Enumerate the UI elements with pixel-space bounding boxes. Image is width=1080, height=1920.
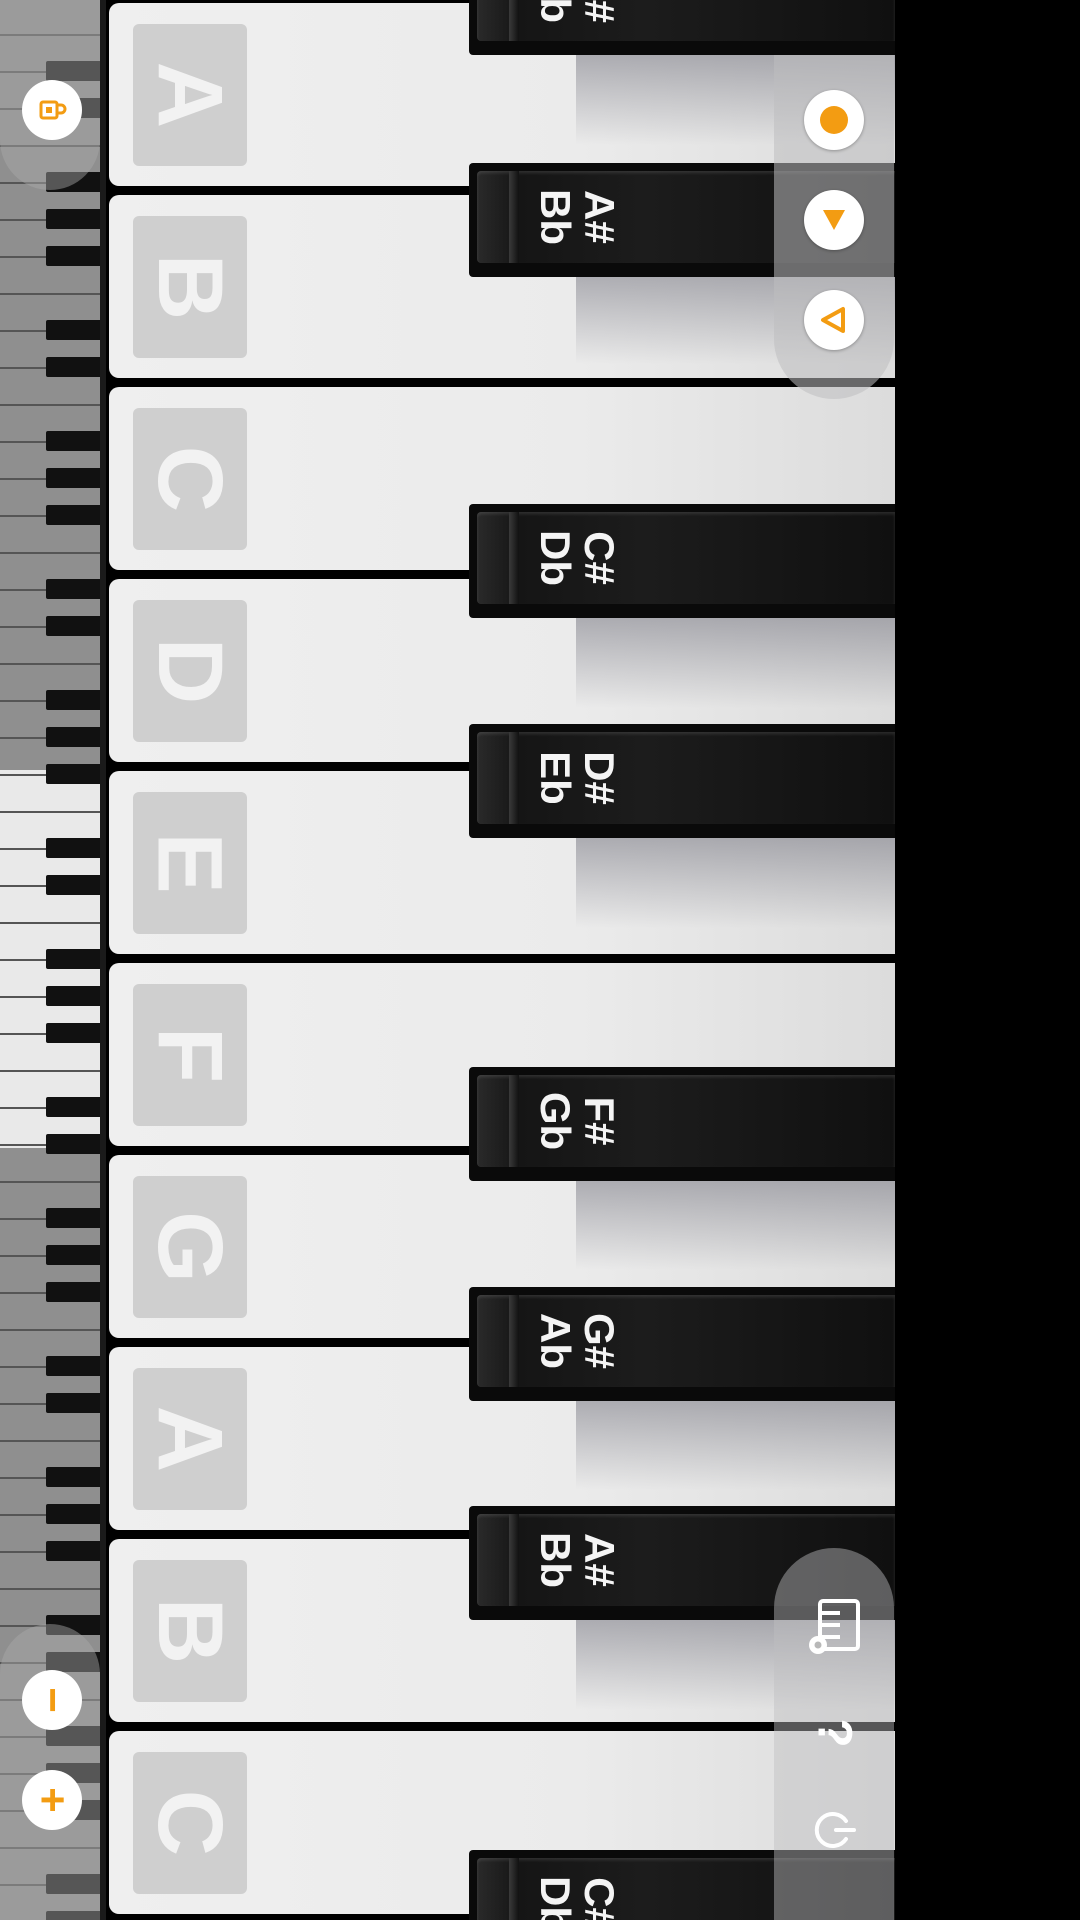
- triangle-down-icon: [823, 210, 845, 230]
- flat-label: Gb: [532, 1091, 579, 1151]
- overview-black-key: [46, 357, 100, 377]
- sharp-label: F#: [576, 1096, 623, 1146]
- overview-white-key-line: [0, 1588, 100, 1590]
- overview-black-key: [46, 1134, 100, 1154]
- flat-label: Db: [532, 530, 579, 586]
- overview-black-key: [46, 1245, 100, 1265]
- overview-black-key: [46, 579, 100, 599]
- white-key-label: G: [139, 1211, 241, 1283]
- black-key-f-sharp[interactable]: F# Gb: [469, 1067, 895, 1181]
- black-key-ridge: [509, 732, 519, 824]
- white-key-label: C: [138, 1789, 241, 1857]
- white-key-label: C: [138, 445, 241, 513]
- overview-black-key: [46, 1393, 100, 1413]
- flat-label: Ab: [532, 0, 579, 23]
- black-key-ridge: [509, 1075, 519, 1167]
- overview-black-key: [46, 1356, 100, 1376]
- overview-black-key: [46, 1023, 100, 1043]
- white-key-label: B: [138, 253, 241, 321]
- overview-black-key: [46, 986, 100, 1006]
- flat-label: Db: [532, 1876, 579, 1920]
- black-key-ridge: [509, 0, 519, 41]
- open-recordings-button[interactable]: [804, 190, 864, 250]
- overview-black-key: [46, 1541, 100, 1561]
- help-button[interactable]: ?: [804, 1703, 864, 1763]
- keyboard-settings-button[interactable]: [804, 1595, 864, 1655]
- white-key-label: D: [138, 637, 241, 705]
- record-dot-icon: [820, 106, 848, 134]
- keyboard-settings-icon: [809, 1599, 860, 1654]
- sharp-label: A#: [576, 1533, 623, 1587]
- black-key-ridge: [509, 512, 519, 604]
- black-key-d-sharp[interactable]: D# Eb: [469, 724, 895, 838]
- zoom-out-label: −: [27, 1687, 77, 1713]
- overview-white-key-line: [0, 663, 100, 665]
- flat-label: Eb: [532, 751, 579, 805]
- overview-white-key-line: [0, 1329, 100, 1331]
- play-button[interactable]: [804, 290, 864, 350]
- overview-black-key: [46, 690, 100, 710]
- overview-black-key: [46, 764, 100, 784]
- rotate-lock-button[interactable]: [22, 80, 82, 140]
- flat-label: Bb: [532, 1532, 579, 1588]
- black-key-ridge: [509, 171, 519, 263]
- overview-black-key: [46, 727, 100, 747]
- black-key-g-sharp[interactable]: G# Ab: [469, 1287, 895, 1401]
- white-key-label: F: [138, 1026, 241, 1084]
- overview-black-key: [46, 320, 100, 340]
- overview-white-key-line: [0, 811, 100, 813]
- overview-black-key: [46, 1282, 100, 1302]
- sharp-label: G#: [576, 1312, 623, 1370]
- record-button[interactable]: [804, 90, 864, 150]
- white-key-label: E: [139, 832, 241, 894]
- overview-black-key: [46, 1504, 100, 1524]
- overview-black-key: [46, 838, 100, 858]
- white-key-label: A: [138, 61, 241, 129]
- white-key-label: B: [138, 1597, 241, 1665]
- overview-white-key-line: [0, 1181, 100, 1183]
- black-key-ridge: [509, 1295, 519, 1387]
- overview-black-key: [46, 616, 100, 636]
- sharp-label: C#: [576, 531, 623, 585]
- flat-label: Ab: [532, 1313, 579, 1369]
- overview-white-key-line: [0, 552, 100, 554]
- sharp-label: G#: [576, 0, 623, 23]
- overview-white-key-line: [0, 922, 100, 924]
- overview-black-key: [46, 209, 100, 229]
- sharp-label: D#: [576, 751, 623, 805]
- piano-app: A B C D E F G A B C A# Bb C# Db D# Eb F#…: [0, 0, 1080, 1920]
- zoom-in-button[interactable]: +: [22, 1770, 82, 1830]
- overview-black-key: [46, 505, 100, 525]
- overview-white-key-line: [0, 1440, 100, 1442]
- overview-black-key: [46, 1467, 100, 1487]
- overview-black-key: [46, 949, 100, 969]
- overview-black-key: [46, 431, 100, 451]
- zoom-in-label: +: [27, 1787, 77, 1813]
- black-key-c-sharp[interactable]: C# Db: [469, 504, 895, 618]
- power-icon: [814, 1812, 856, 1848]
- overview-white-key-line: [0, 1070, 100, 1072]
- overview-black-key: [46, 1097, 100, 1117]
- power-button[interactable]: [804, 1800, 864, 1860]
- overview-white-key-line: [0, 293, 100, 295]
- zoom-out-button[interactable]: −: [22, 1670, 82, 1730]
- black-key-ridge: [509, 1858, 519, 1920]
- black-key-g-sharp[interactable]: G# Ab: [469, 0, 895, 55]
- play-outline-icon: [821, 307, 845, 333]
- rotate-lock-icon: [39, 100, 67, 120]
- overview-black-key: [46, 468, 100, 488]
- overview-black-key: [46, 246, 100, 266]
- flat-label: Bb: [532, 189, 579, 245]
- overview-white-key-line: [0, 404, 100, 406]
- black-key-ridge: [509, 1514, 519, 1606]
- overview-black-key: [46, 1208, 100, 1228]
- overview-black-key: [46, 875, 100, 895]
- question-mark-icon: ?: [807, 1718, 861, 1748]
- sharp-label: A#: [576, 190, 623, 244]
- white-key-label: A: [138, 1405, 241, 1473]
- sharp-label: C#: [576, 1877, 623, 1920]
